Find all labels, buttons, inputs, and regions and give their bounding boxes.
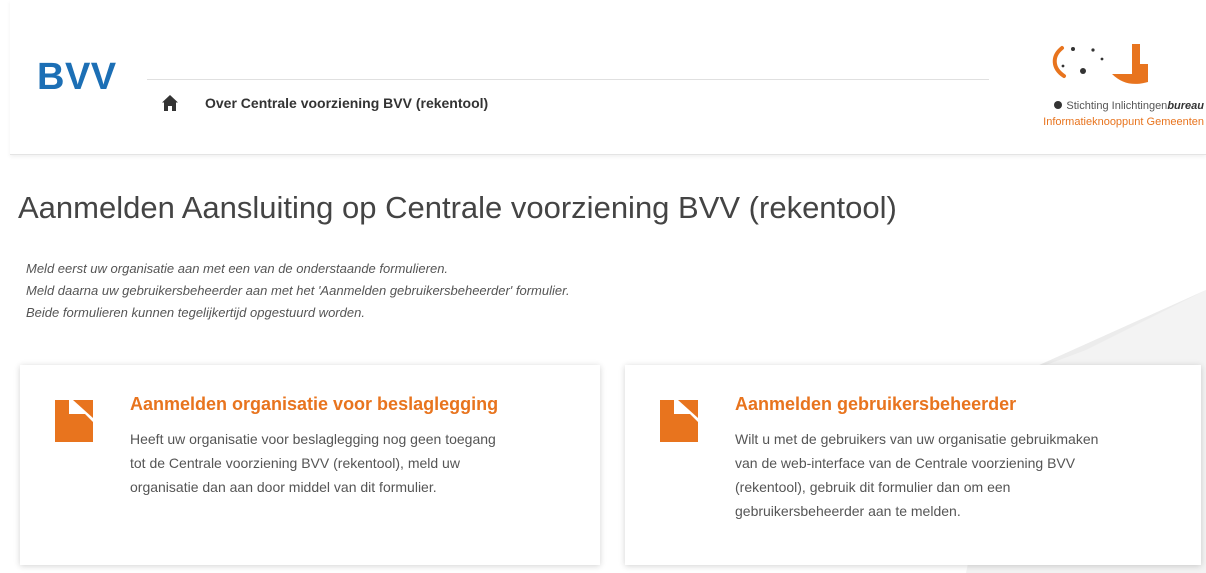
card-description: Wilt u met de gebruikers van uw organisa… <box>735 427 1098 523</box>
intro-line: Meld eerst uw organisatie aan met een va… <box>26 261 449 276</box>
intro-line: Beide formulieren kunnen tegelijkertijd … <box>26 305 365 320</box>
logo-text-bold: bureau <box>1167 100 1204 112</box>
card-text-line: (rekentool), gebruik dit formulier dan o… <box>735 479 1011 495</box>
organization-logo[interactable]: Stichting Inlichtingenbureau Informatiek… <box>1004 26 1204 136</box>
card-text-line: Wilt u met de gebruikers van uw organisa… <box>735 431 1099 447</box>
logo-text-line2: Informatieknooppunt Gemeenten <box>1043 116 1204 128</box>
card-title[interactable]: Aanmelden gebruikersbeheerder <box>735 394 1016 415</box>
page-title: Aanmelden Aansluiting op Centrale voorzi… <box>18 190 897 225</box>
home-icon[interactable] <box>161 94 179 112</box>
card-aanmelden-organisatie[interactable]: Aanmelden organisatie voor beslaglegging… <box>20 365 600 565</box>
brand-logo-text[interactable]: BVV <box>37 56 117 99</box>
card-text-line: gebruikersbeheerder aan te melden. <box>735 503 961 519</box>
logo-bullet <box>1054 101 1063 109</box>
card-text-line: tot de Centrale voorziening BVV (rekento… <box>130 455 460 471</box>
card-aanmelden-gebruikersbeheerder[interactable]: Aanmelden gebruikersbeheerder Wilt u met… <box>625 365 1201 565</box>
card-title[interactable]: Aanmelden organisatie voor beslaglegging <box>130 394 498 415</box>
card-description: Heeft uw organisatie voor beslaglegging … <box>130 427 496 499</box>
logo-mark-icon <box>1052 44 1148 84</box>
site-header: BVV Over Centrale voorziening BVV (reken… <box>10 0 1206 155</box>
header-divider <box>147 79 989 80</box>
logo-text-prefix: Stichting Inlichtingen <box>1066 100 1168 112</box>
card-text-line: van de web-interface van de Centrale voo… <box>735 455 1076 471</box>
intro-line: Meld daarna uw gebruikersbeheerder aan m… <box>26 283 570 298</box>
card-text-line: Heeft uw organisatie voor beslaglegging … <box>130 431 496 447</box>
nav-link-over[interactable]: Over Centrale voorziening BVV (rekentool… <box>205 95 488 111</box>
card-text-line: organisatie dan aan door middel van dit … <box>130 479 437 495</box>
intro-text: Meld eerst uw organisatie aan met een va… <box>26 258 570 324</box>
document-icon <box>660 400 698 442</box>
logo-text-line1: Stichting Inlichtingenbureau <box>1004 100 1204 112</box>
document-icon <box>55 400 93 442</box>
